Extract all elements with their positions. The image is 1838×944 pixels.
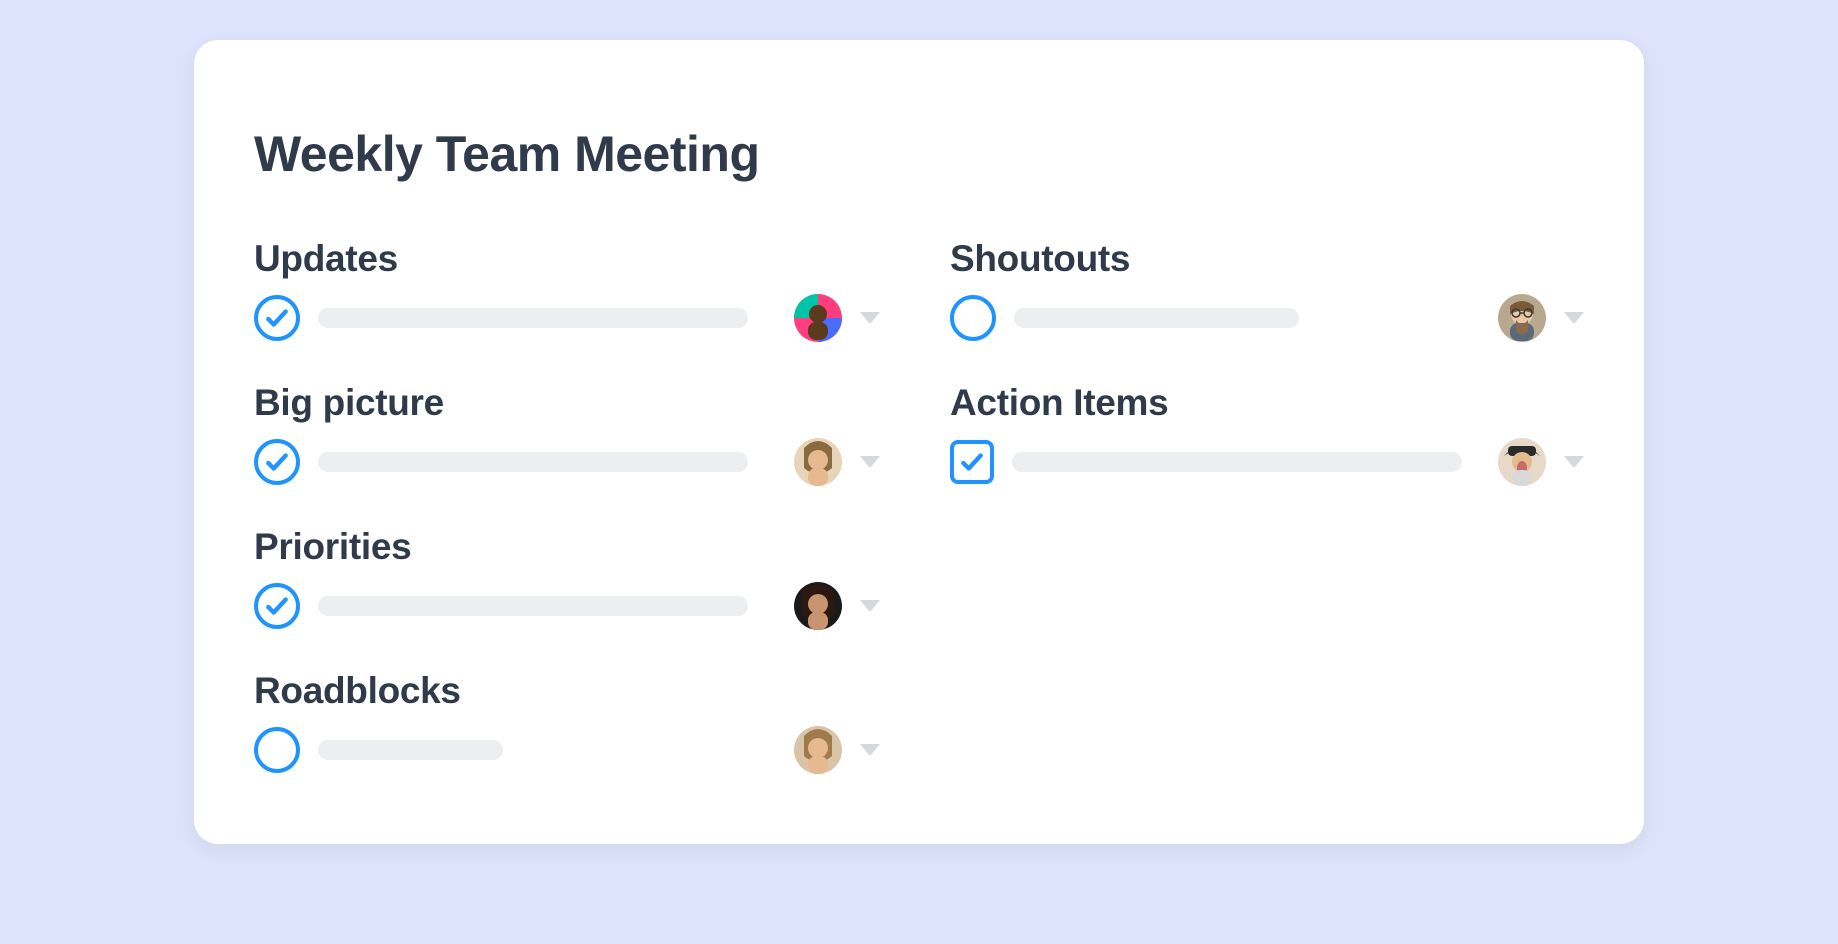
item-placeholder <box>1014 308 1299 328</box>
item-placeholder <box>1012 452 1462 472</box>
assignee-avatar[interactable] <box>1498 438 1546 486</box>
item-placeholder <box>318 596 748 616</box>
section-heading: Updates <box>254 238 880 280</box>
check-icon <box>264 305 290 331</box>
chevron-down-icon[interactable] <box>860 456 880 468</box>
agenda-columns: Updates Big picture <box>254 238 1584 774</box>
section-heading: Shoutouts <box>950 238 1584 280</box>
agenda-item-row <box>950 294 1584 342</box>
section-shoutouts: Shoutouts <box>950 238 1584 342</box>
section-roadblocks: Roadblocks <box>254 670 880 774</box>
section-updates: Updates <box>254 238 880 342</box>
agenda-item-row <box>254 726 880 774</box>
chevron-down-icon[interactable] <box>860 312 880 324</box>
chevron-down-icon[interactable] <box>860 744 880 756</box>
right-column: Shoutouts Action Items <box>950 238 1584 774</box>
section-heading: Priorities <box>254 526 880 568</box>
status-toggle[interactable] <box>254 295 300 341</box>
check-icon <box>264 593 290 619</box>
chevron-down-icon[interactable] <box>1564 312 1584 324</box>
check-icon <box>264 449 290 475</box>
section-heading: Action Items <box>950 382 1584 424</box>
page-title: Weekly Team Meeting <box>254 125 1584 183</box>
section-action-items: Action Items <box>950 382 1584 486</box>
agenda-item-row <box>254 582 880 630</box>
chevron-down-icon[interactable] <box>860 600 880 612</box>
agenda-item-row <box>254 294 880 342</box>
status-toggle[interactable] <box>254 583 300 629</box>
status-checkbox[interactable] <box>950 440 994 484</box>
agenda-item-row <box>254 438 880 486</box>
section-priorities: Priorities <box>254 526 880 630</box>
assignee-avatar[interactable] <box>1498 294 1546 342</box>
meeting-agenda-card: Weekly Team Meeting Updates <box>194 40 1644 844</box>
item-placeholder <box>318 308 748 328</box>
item-placeholder <box>318 740 503 760</box>
item-placeholder <box>318 452 748 472</box>
check-icon <box>959 449 985 475</box>
status-toggle[interactable] <box>950 295 996 341</box>
assignee-avatar[interactable] <box>794 726 842 774</box>
status-toggle[interactable] <box>254 727 300 773</box>
status-toggle[interactable] <box>254 439 300 485</box>
section-big-picture: Big picture <box>254 382 880 486</box>
assignee-avatar[interactable] <box>794 294 842 342</box>
section-heading: Big picture <box>254 382 880 424</box>
left-column: Updates Big picture <box>254 238 880 774</box>
agenda-item-row <box>950 438 1584 486</box>
chevron-down-icon[interactable] <box>1564 456 1584 468</box>
assignee-avatar[interactable] <box>794 582 842 630</box>
section-heading: Roadblocks <box>254 670 880 712</box>
assignee-avatar[interactable] <box>794 438 842 486</box>
